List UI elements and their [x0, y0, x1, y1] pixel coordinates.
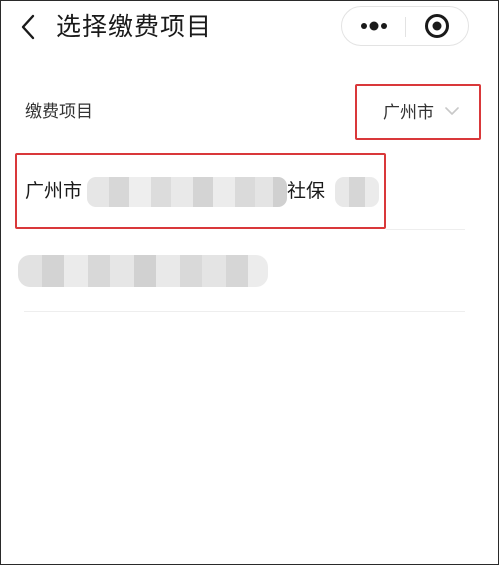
back-button[interactable]: [14, 12, 42, 42]
navigation-bar: 选择缴费项目: [0, 0, 499, 56]
item-name-suffix: 社保: [287, 180, 326, 202]
pixelated-redaction: [335, 177, 379, 207]
target-close-icon: [425, 14, 449, 38]
section-label: 缴费项目: [25, 102, 93, 122]
list-divider: [24, 311, 465, 312]
list-item[interactable]: [18, 252, 478, 292]
chevron-down-icon: [445, 107, 459, 115]
close-button[interactable]: [406, 7, 468, 45]
more-dots-icon: [360, 21, 387, 31]
more-button[interactable]: [342, 7, 405, 45]
city-select-value: 广州市: [383, 103, 434, 123]
pixelated-redaction: [18, 255, 268, 287]
mini-program-capsule: [341, 6, 469, 46]
list-item[interactable]: 广州市 社保: [15, 153, 386, 229]
pixelated-redaction: [87, 177, 287, 207]
chevron-left-icon: [21, 14, 35, 40]
list-divider: [386, 229, 465, 230]
city-select[interactable]: 广州市: [355, 84, 481, 140]
page-title: 选择缴费项目: [56, 12, 213, 41]
item-name-prefix: 广州市: [25, 180, 83, 202]
